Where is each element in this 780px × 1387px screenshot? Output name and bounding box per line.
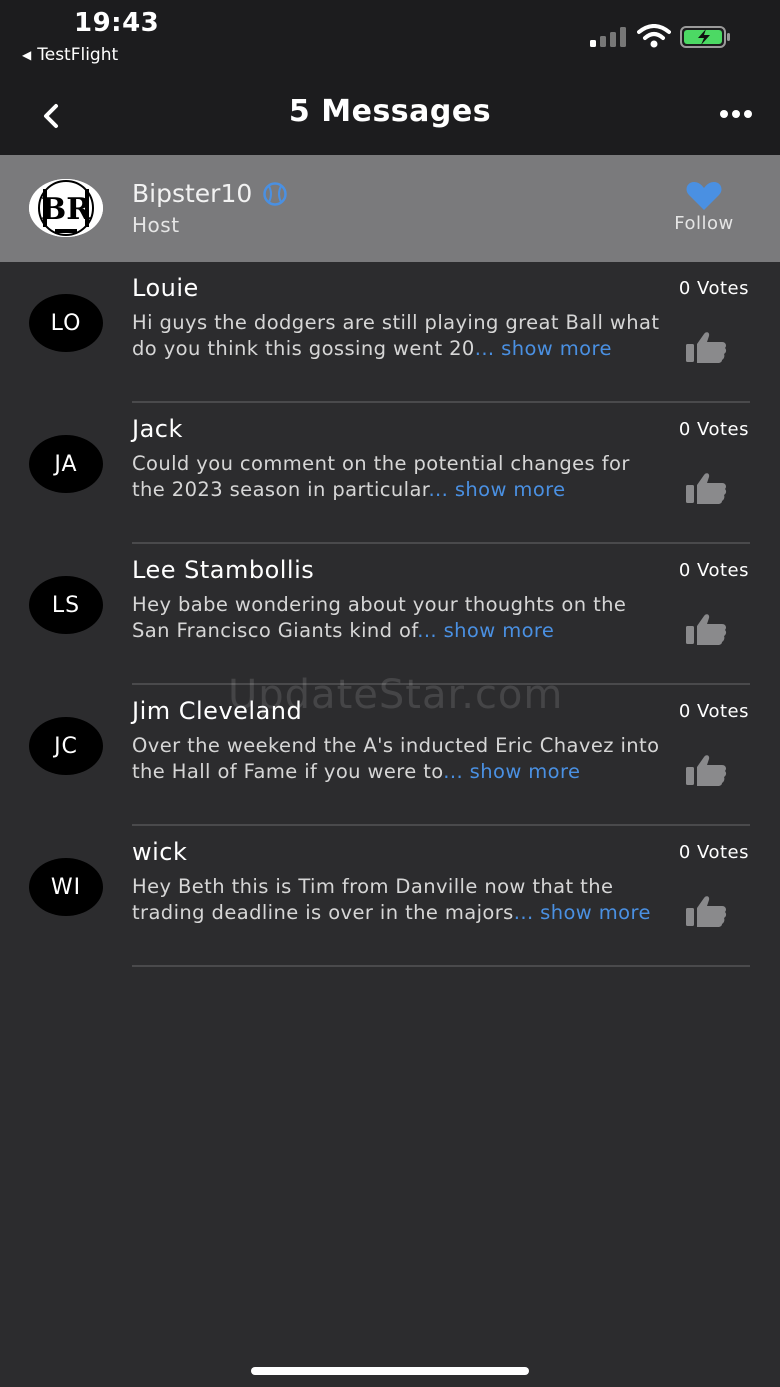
thumbs-up-icon[interactable] <box>684 894 728 928</box>
heart-icon <box>686 182 722 210</box>
author-name[interactable]: Lee Stambollis <box>132 556 314 584</box>
vote-count: 0 Votes <box>678 701 749 722</box>
home-indicator[interactable] <box>251 1367 529 1375</box>
thumbs-up-icon[interactable] <box>684 753 728 787</box>
page-title: 5 Messages <box>288 94 492 129</box>
message-list: LO Louie 0 Votes Hi guys the dodgers are… <box>0 262 780 967</box>
show-more-link[interactable]: ... show more <box>443 760 580 783</box>
host-role: Host <box>132 213 180 237</box>
vote-count: 0 Votes <box>678 842 749 863</box>
back-app-label: TestFlight <box>37 45 119 65</box>
host-avatar[interactable]: BR <box>29 179 103 237</box>
message-text: Hi guys the dodgers are still playing gr… <box>132 310 660 361</box>
watermark: UpdateStar.com <box>228 672 564 718</box>
message-item[interactable]: JA Jack 0 Votes Could you comment on the… <box>0 403 780 544</box>
avatar[interactable]: LO <box>29 294 103 352</box>
follow-button[interactable]: Follow <box>664 181 744 234</box>
more-options-icon[interactable] <box>716 106 756 122</box>
author-name[interactable]: Louie <box>132 274 199 302</box>
svg-text:BR: BR <box>41 192 92 227</box>
thumbs-up-icon[interactable] <box>684 471 728 505</box>
back-triangle-icon: ◀ <box>22 48 32 62</box>
divider <box>132 965 750 967</box>
message-text: Over the weekend the A's inducted Eric C… <box>132 733 660 784</box>
vote-count: 0 Votes <box>678 560 749 581</box>
nav-bar: 5 Messages <box>0 80 780 155</box>
avatar[interactable]: JA <box>29 435 103 493</box>
show-more-link[interactable]: ... show more <box>514 901 651 924</box>
vote-count: 0 Votes <box>678 278 749 299</box>
avatar[interactable]: JC <box>29 717 103 775</box>
host-name[interactable]: Bipster10 <box>132 179 252 208</box>
host-logo-icon: BR <box>29 179 103 237</box>
show-more-link[interactable]: ... show more <box>417 619 554 642</box>
host-card: BR Bipster10 Host Follow <box>0 155 780 262</box>
message-item[interactable]: LO Louie 0 Votes Hi guys the dodgers are… <box>0 262 780 403</box>
thumbs-up-icon[interactable] <box>684 330 728 364</box>
status-bar: 19:43 ◀ TestFlight <box>0 0 780 80</box>
author-name[interactable]: Jack <box>132 415 183 443</box>
message-text: Could you comment on the potential chang… <box>132 451 660 502</box>
back-to-app-link[interactable]: ◀ TestFlight <box>22 45 118 65</box>
message-text: Hey Beth this is Tim from Danville now t… <box>132 874 660 925</box>
vote-count: 0 Votes <box>678 419 749 440</box>
show-more-link[interactable]: ... show more <box>428 478 565 501</box>
thumbs-up-icon[interactable] <box>684 612 728 646</box>
avatar[interactable]: LS <box>29 576 103 634</box>
show-more-link[interactable]: ... show more <box>475 337 612 360</box>
battery-charging-icon <box>680 26 730 48</box>
baseball-icon <box>263 181 288 206</box>
author-name[interactable]: wick <box>132 838 187 866</box>
cellular-signal-icon <box>590 27 626 47</box>
follow-label: Follow <box>674 213 734 234</box>
avatar[interactable]: WI <box>29 858 103 916</box>
wifi-icon <box>637 24 671 48</box>
message-text: Hey babe wondering about your thoughts o… <box>132 592 660 643</box>
message-item[interactable]: LS Lee Stambollis 0 Votes Hey babe wonde… <box>0 544 780 685</box>
host-name-row: Bipster10 <box>132 179 288 208</box>
status-time: 19:43 <box>74 8 160 38</box>
message-item[interactable]: WI wick 0 Votes Hey Beth this is Tim fro… <box>0 826 780 967</box>
